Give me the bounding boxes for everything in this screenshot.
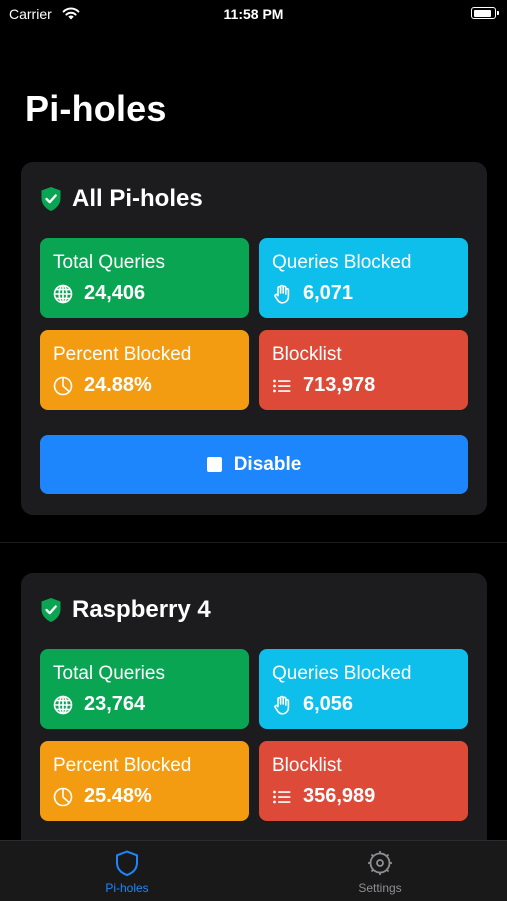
- stat-label: Total Queries: [53, 252, 165, 273]
- tab-settings[interactable]: Settings: [310, 849, 450, 899]
- shield-check-icon: [41, 187, 61, 211]
- hand-icon: [274, 284, 290, 304]
- shield-icon: [116, 850, 138, 876]
- globe-icon: [53, 695, 73, 714]
- stat-label: Percent Blocked: [53, 344, 192, 365]
- pihole-card-all: All Pi-holes Total Queries 24,406 Querie…: [21, 162, 487, 515]
- tab-label: Settings: [358, 881, 402, 895]
- stat-value: 25.48%: [84, 785, 152, 807]
- hand-icon: [274, 695, 290, 715]
- shield-check-icon: [41, 598, 61, 622]
- disable-label: Disable: [233, 453, 302, 475]
- list-icon: [273, 379, 291, 392]
- status-bar: Carrier 11:58 PM: [0, 0, 507, 28]
- stat-value: 6,056: [303, 693, 354, 715]
- pie-chart-icon: [53, 376, 73, 395]
- pie-chart-icon: [53, 787, 73, 806]
- stat-tile-total-queries[interactable]: Total Queries 24,406: [40, 238, 249, 318]
- status-time: 11:58 PM: [223, 6, 284, 22]
- stat-tile-blocklist[interactable]: Blocklist 356,989: [259, 741, 468, 821]
- battery-icon: [471, 7, 499, 19]
- stat-label: Queries Blocked: [272, 252, 412, 273]
- card-title: All Pi-holes: [72, 185, 203, 212]
- stat-label: Total Queries: [53, 663, 165, 684]
- globe-icon: [53, 284, 73, 303]
- stat-tile-queries-blocked[interactable]: Queries Blocked 6,071: [259, 238, 468, 318]
- stop-icon: [206, 457, 222, 472]
- stat-tile-total-queries[interactable]: Total Queries 23,764: [40, 649, 249, 729]
- tab-label: Pi-holes: [105, 881, 149, 895]
- gear-icon: [368, 851, 392, 875]
- list-icon: [273, 790, 291, 803]
- stat-label: Blocklist: [272, 755, 342, 776]
- stat-tile-blocklist[interactable]: Blocklist 713,978: [259, 330, 468, 410]
- disable-button[interactable]: Disable: [40, 435, 468, 494]
- stat-label: Queries Blocked: [272, 663, 412, 684]
- page-title: Pi-holes: [25, 88, 167, 129]
- tab-bar: Pi-holes Settings: [0, 840, 507, 901]
- stat-value: 356,989: [303, 785, 376, 807]
- stat-tile-queries-blocked[interactable]: Queries Blocked 6,056: [259, 649, 468, 729]
- stat-value: 713,978: [303, 374, 376, 396]
- stat-value: 24.88%: [84, 374, 152, 396]
- stat-tile-percent-blocked[interactable]: Percent Blocked 24.88%: [40, 330, 249, 410]
- card-title: Raspberry 4: [72, 596, 211, 623]
- card-header: Raspberry 4: [40, 595, 211, 625]
- stat-tile-percent-blocked[interactable]: Percent Blocked 25.48%: [40, 741, 249, 821]
- tab-pi-holes[interactable]: Pi-holes: [57, 849, 197, 899]
- stat-value: 24,406: [84, 282, 146, 304]
- stat-label: Percent Blocked: [53, 755, 192, 776]
- section-divider: [0, 542, 507, 543]
- card-header: All Pi-holes: [40, 184, 203, 214]
- stat-value: 6,071: [303, 282, 354, 304]
- stat-label: Blocklist: [272, 344, 342, 365]
- stat-value: 23,764: [84, 693, 146, 715]
- pihole-card-raspberry-4: Raspberry 4 Total Queries 23,764 Queries…: [21, 573, 487, 863]
